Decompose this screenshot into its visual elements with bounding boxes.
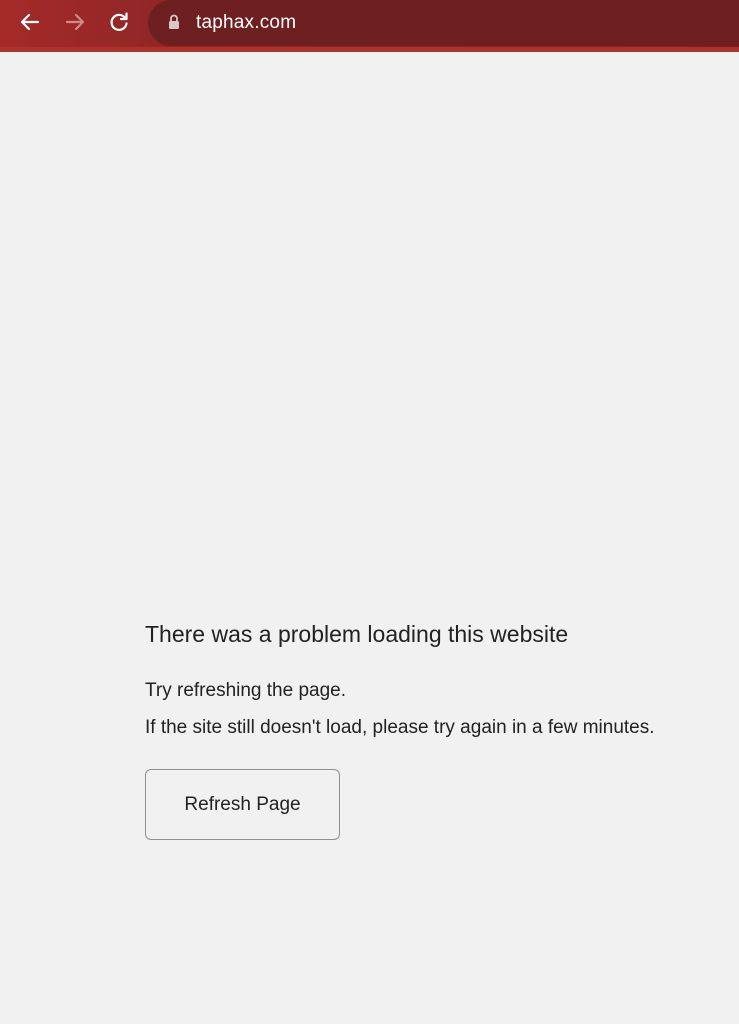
back-button[interactable] <box>15 7 45 37</box>
arrow-right-icon <box>65 13 85 31</box>
browser-toolbar: taphax.com <box>0 0 739 52</box>
error-title: There was a problem loading this website <box>145 621 569 647</box>
forward-button[interactable] <box>60 7 90 37</box>
lock-icon[interactable] <box>168 14 180 30</box>
reload-icon <box>110 12 128 31</box>
url-text[interactable]: taphax.com <box>196 12 296 34</box>
arrow-left-icon <box>20 13 40 31</box>
refresh-page-button[interactable]: Refresh Page <box>145 769 340 840</box>
error-content: There was a problem loading this website… <box>145 618 735 840</box>
error-message-line-2: If the site still doesn't load, please t… <box>145 717 655 738</box>
reload-button[interactable] <box>104 7 134 37</box>
address-bar[interactable]: taphax.com <box>148 0 739 46</box>
error-message-line-1: Try refreshing the page. <box>145 680 347 701</box>
